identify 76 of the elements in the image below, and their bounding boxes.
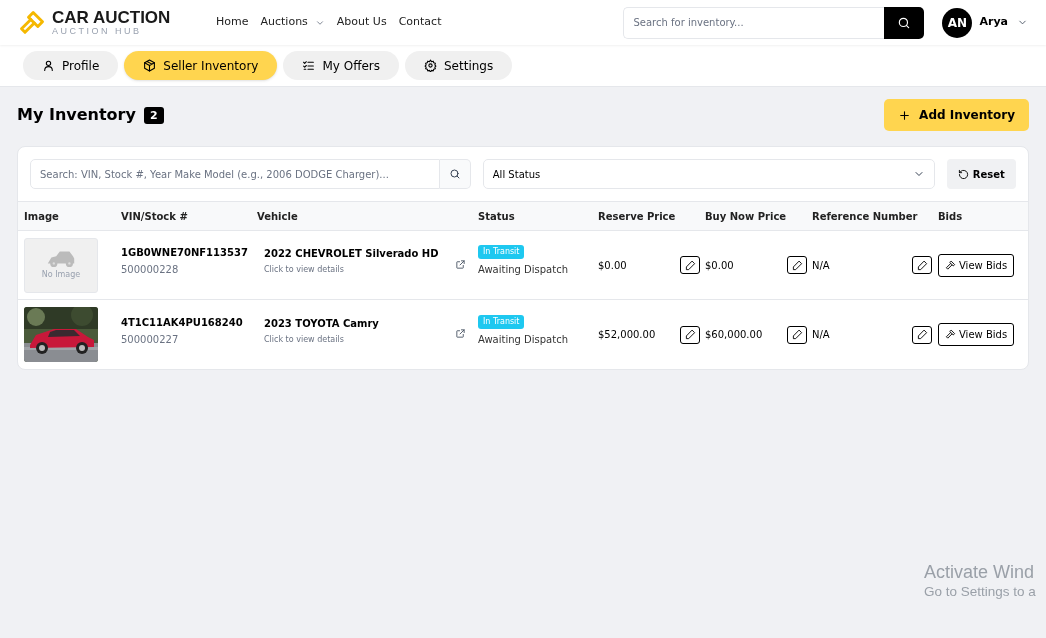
pencil-icon: [684, 329, 696, 340]
plus-icon: [898, 108, 912, 122]
user-avatar[interactable]: AN: [942, 7, 973, 38]
person-icon: [42, 59, 55, 72]
reference-number: N/A: [812, 258, 830, 273]
column-header: Bids: [938, 209, 964, 224]
edit-button[interactable]: [787, 256, 807, 274]
pencil-icon: [791, 259, 803, 271]
settings-icon: [424, 59, 437, 72]
tab[interactable]: My Offers: [283, 51, 399, 80]
price-text: $52,000.00: [598, 328, 656, 342]
status-badge: In Transit: [478, 245, 525, 259]
column-header: Buy Now Price: [705, 209, 788, 224]
stock-number: 500000228: [121, 263, 180, 277]
tab[interactable]: Profile: [23, 51, 119, 80]
external-link-icon[interactable]: [455, 258, 466, 270]
column-header: Reference Number: [812, 209, 919, 224]
vehicle-search-field[interactable]: Search: VIN, Stock #, Year Make Model (e.g., 2006 DODGE Charger)...: [30, 159, 440, 189]
pencil-icon: [791, 329, 803, 340]
search-field[interactable]: Search for inventory...: [623, 6, 885, 39]
hammer-icon: [18, 8, 46, 37]
edit-button[interactable]: [680, 256, 700, 274]
watermark-subtitle: Go to Settings to a: [924, 583, 1036, 601]
pencil-icon: [916, 329, 928, 340]
column-header: Status: [478, 209, 516, 224]
search-icon: [897, 15, 912, 30]
logo-title: CAR AUCTION: [52, 9, 171, 26]
nav-link[interactable]: About Us: [336, 14, 387, 31]
external-link-icon[interactable]: [455, 328, 466, 339]
price-text: $60,000.00: [705, 328, 763, 342]
nav-link[interactable]: Auctions: [260, 14, 325, 31]
add-inventory-button[interactable]: Add Inventory: [884, 99, 1029, 131]
view-bids-button[interactable]: View Bids: [938, 253, 1015, 277]
price-text: $0.00: [598, 258, 627, 273]
vehicle-hint: Click to view details: [264, 264, 345, 276]
watermark-title: Activate Wind: [924, 561, 1036, 583]
vin-text: 4T1C11AK4PU168240: [121, 315, 244, 330]
column-header: Reserve Price: [598, 209, 677, 224]
stock-number: 500000227: [121, 332, 180, 347]
column-header: Vehicle: [257, 209, 299, 224]
logo-subtitle: AUCTION HUB: [52, 27, 143, 36]
status-text: Awaiting Dispatch: [478, 263, 568, 277]
vehicle-hint: Click to view details: [264, 333, 345, 346]
pencil-icon: [684, 259, 696, 271]
view-bids-button[interactable]: View Bids: [938, 323, 1015, 346]
user-name[interactable]: Arya: [979, 14, 1008, 31]
vin-text: 1GB0WNE70NF113537: [121, 246, 249, 260]
status-text: Awaiting Dispatch: [478, 332, 568, 347]
edit-button[interactable]: [680, 325, 700, 344]
tab[interactable]: Seller Inventory: [124, 51, 278, 80]
tab[interactable]: Settings: [405, 51, 513, 80]
status-dropdown[interactable]: All Status: [482, 159, 935, 189]
checklist-icon: [302, 59, 316, 72]
reference-number: N/A: [812, 328, 830, 342]
box-icon: [143, 59, 157, 72]
gavel-icon: [945, 329, 956, 340]
gavel-icon: [945, 259, 956, 271]
count-badge: 2: [143, 106, 164, 124]
price-text: $0.00: [705, 258, 734, 273]
page-title: My Inventory: [17, 104, 136, 126]
edit-button[interactable]: [787, 325, 807, 344]
reset-button[interactable]: Reset: [946, 159, 1016, 189]
search-button[interactable]: [884, 6, 925, 39]
search-icon: [448, 168, 461, 180]
column-header: Image: [24, 209, 60, 224]
placeholder-text: No Image: [41, 269, 81, 281]
nav-link[interactable]: Contact: [398, 14, 442, 31]
status-badge: In Transit: [478, 314, 525, 329]
vehicle-link[interactable]: 2022 CHEVROLET Silverado HD: [264, 246, 455, 261]
pencil-icon: [916, 259, 928, 271]
vehicle-link[interactable]: 2023 TOYOTA Camry: [264, 315, 455, 331]
nav-link[interactable]: Home: [216, 14, 249, 31]
edit-button[interactable]: [912, 325, 932, 344]
reset-icon: [957, 168, 969, 180]
edit-button[interactable]: [912, 256, 932, 274]
column-header: VIN/Stock #: [121, 209, 189, 224]
